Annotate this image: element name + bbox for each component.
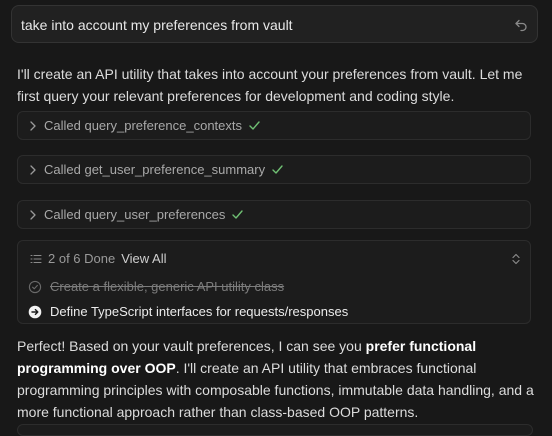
prompt-box[interactable]: take into account my preferences from va… (11, 5, 538, 43)
check-icon (232, 210, 244, 219)
check-icon (249, 121, 260, 130)
assistant-intro: I'll create an API utility that takes in… (17, 66, 523, 104)
assistant-reply: Perfect! Based on your vault preferences… (17, 335, 537, 423)
chevron-right-icon (30, 164, 36, 175)
list-icon (30, 254, 42, 263)
tool-call-label: Called query_user_preferences (44, 207, 226, 222)
chevron-right-icon (30, 209, 36, 220)
todo-panel: 2 of 6 Done View All Create a flexible, … (17, 240, 531, 324)
next-tool-call-row[interactable] (17, 424, 533, 436)
tool-call-query-user-preferences[interactable]: Called query_user_preferences (17, 200, 531, 229)
check-icon (272, 165, 283, 174)
tool-call-label: Called query_preference_contexts (44, 118, 243, 133)
check-circle-icon (28, 280, 42, 293)
tool-call-label: Called get_user_preference_summary (44, 162, 266, 177)
reply-text-part1: Perfect! Based on your vault preferences… (17, 338, 366, 354)
todo-item-label: Define TypeScript interfaces for request… (50, 304, 349, 319)
tool-call-get-user-preference-summary[interactable]: Called get_user_preference_summary (17, 155, 531, 184)
arrow-circle-icon (28, 305, 42, 318)
undo-icon[interactable] (513, 17, 529, 33)
todo-item-label: Create a flexible, generic API utility c… (50, 279, 285, 294)
todo-item-done: Create a flexible, generic API utility c… (28, 279, 284, 294)
todo-header[interactable]: 2 of 6 Done View All (30, 251, 167, 266)
tool-call-query-preference-contexts[interactable]: Called query_preference_contexts (17, 111, 531, 140)
chevron-right-icon (30, 120, 36, 131)
prompt-text: take into account my preferences from va… (21, 17, 293, 33)
expand-icon[interactable] (511, 253, 521, 265)
todo-progress: 2 of 6 Done (48, 251, 116, 266)
todo-item-active: Define TypeScript interfaces for request… (28, 304, 348, 319)
view-all-link[interactable]: View All (121, 251, 166, 266)
